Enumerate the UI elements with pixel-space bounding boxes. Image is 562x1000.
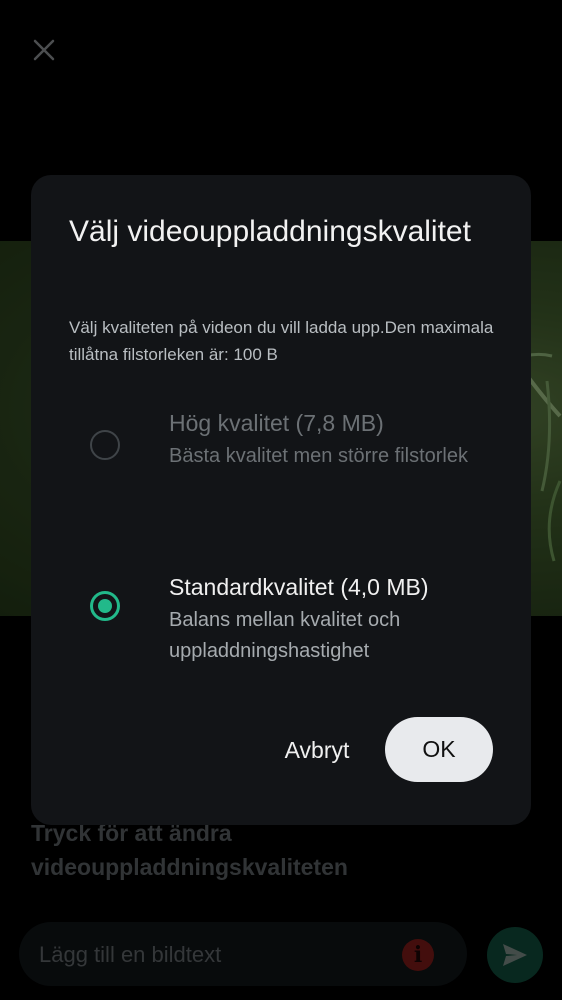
option-standard-quality[interactable]: Standardkvalitet (4,0 MB) Balans mellan … bbox=[31, 567, 531, 677]
option-title: Standardkvalitet (4,0 MB) bbox=[169, 574, 429, 600]
dialog-title: Välj videouppladdningskvalitet bbox=[69, 215, 471, 248]
cancel-button[interactable]: Avbryt bbox=[267, 718, 367, 782]
radio-checked-icon[interactable] bbox=[90, 591, 120, 621]
option-subtitle: Balans mellan kvalitet och uppladdningsh… bbox=[169, 609, 401, 662]
dialog-description: Välj kvaliteten på videon du vill ladda … bbox=[69, 318, 494, 364]
quality-dialog: Välj videouppladdningskvalitet Välj kval… bbox=[31, 175, 531, 825]
option-high-quality[interactable]: Hög kvalitet (7,8 MB) Bästa kvalitet men… bbox=[31, 403, 531, 513]
option-subtitle: Bästa kvalitet men större filstorlek bbox=[169, 445, 468, 467]
option-title: Hög kvalitet (7,8 MB) bbox=[169, 410, 384, 436]
ok-button[interactable]: OK bbox=[385, 717, 493, 782]
radio-unchecked-icon[interactable] bbox=[90, 430, 120, 460]
